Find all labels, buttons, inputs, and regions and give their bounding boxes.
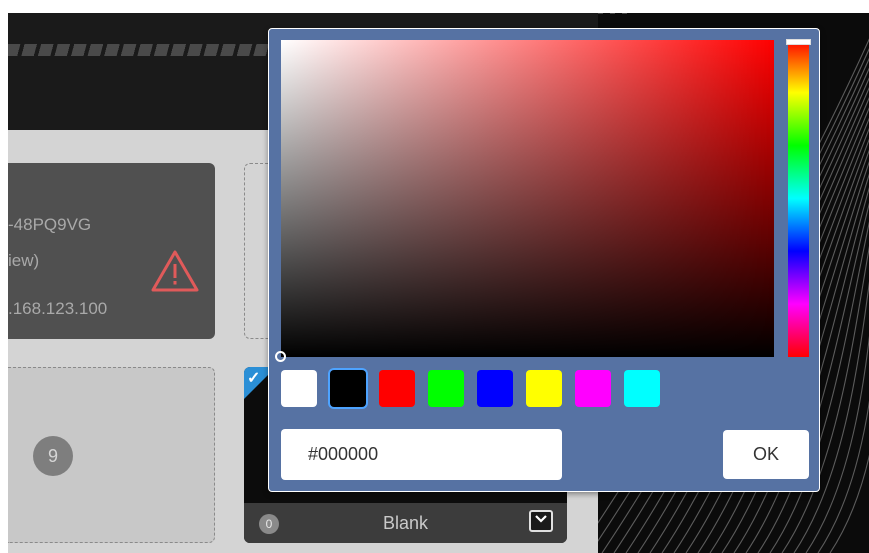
hue-slider-handle[interactable]: [786, 39, 811, 45]
device-serial: -48PQ9VG: [8, 215, 92, 234]
device-ip: .168.123.100: [8, 299, 108, 318]
checkmark-icon: ✓: [247, 370, 261, 387]
swatch-green[interactable]: [428, 370, 464, 407]
warning-icon: [151, 250, 199, 292]
tile-number-badge: 9: [33, 436, 73, 476]
swatch-yellow[interactable]: [526, 370, 562, 407]
top-bar-stripe-pattern: [8, 44, 288, 56]
swatch-blue[interactable]: [477, 370, 513, 407]
empty-tile[interactable]: 9: [8, 367, 215, 543]
device-status: iew): [8, 251, 40, 270]
saturation-value-area[interactable]: [281, 40, 774, 357]
color-cursor[interactable]: [275, 351, 286, 362]
swatch-cyan[interactable]: [624, 370, 660, 407]
chevron-down-icon[interactable]: [529, 510, 553, 532]
blank-tile-footer: 0 Blank: [244, 503, 567, 543]
swatch-red[interactable]: [379, 370, 415, 407]
swatch-magenta[interactable]: [575, 370, 611, 407]
device-tile[interactable]: -48PQ9VG iew) .168.123.100: [8, 163, 215, 339]
blank-tile-label: Blank: [382, 513, 429, 533]
color-picker-popup: OK: [268, 28, 820, 492]
hex-color-input[interactable]: [281, 429, 562, 480]
ok-button[interactable]: OK: [723, 430, 809, 479]
swatch-black[interactable]: [330, 370, 366, 407]
hue-slider[interactable]: [788, 40, 809, 357]
swatch-white[interactable]: [281, 370, 317, 407]
